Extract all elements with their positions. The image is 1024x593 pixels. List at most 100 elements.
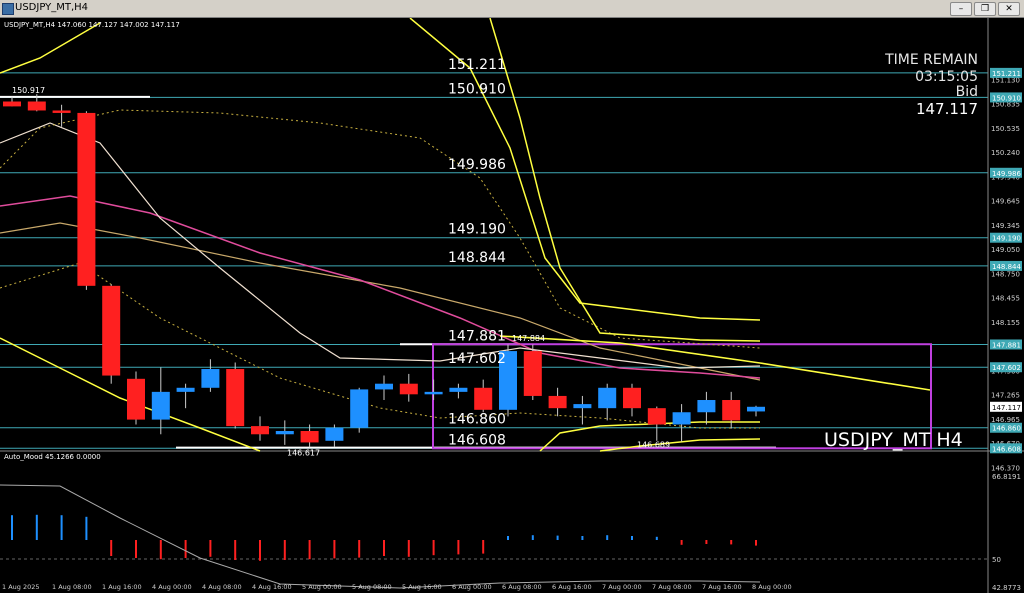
- maximize-button[interactable]: ❒: [974, 2, 996, 16]
- bear-candle: [474, 387, 493, 410]
- indicator-bar: [606, 535, 609, 540]
- indicator-bar: [85, 516, 88, 540]
- time-remain-value: 03:15:05: [915, 69, 978, 85]
- indicator-bar: [531, 535, 534, 540]
- indicator-bar: [680, 540, 683, 545]
- bear-candle: [399, 383, 418, 395]
- indicator-bar: [135, 540, 137, 558]
- time-tick-label: 4 Aug 08:00: [202, 583, 242, 591]
- indicator-bar: [184, 540, 187, 558]
- bull-candle: [350, 389, 369, 428]
- bear-candle: [127, 378, 145, 420]
- time-tick-label: 8 Aug 00:00: [752, 583, 792, 591]
- indicator-bar: [556, 535, 559, 540]
- bull-candle: [573, 404, 592, 409]
- price-badge-label: 147.602: [992, 364, 1021, 372]
- price-tick-label: 149.345: [991, 222, 1020, 230]
- indicator-bar: [581, 536, 584, 540]
- time-tick-label: 5 Aug 16:00: [402, 583, 442, 591]
- price-chart[interactable]: 151.211 150.910 149.986 149.190 148.844 147.8…: [0, 18, 1024, 593]
- price-tick-label: 148.455: [991, 295, 1020, 303]
- price-badge-label: 147.881: [992, 341, 1021, 349]
- bear-candle: [251, 426, 269, 435]
- close-button[interactable]: ✕: [998, 2, 1020, 16]
- bull-candle: [598, 387, 617, 409]
- indicator-label: Auto_Mood 45.1266 0.0000: [4, 453, 101, 461]
- level-label: 147.881: [448, 328, 506, 344]
- indicator-axis-label: 42.8773: [992, 584, 1021, 592]
- bear-candle: [226, 369, 245, 427]
- time-tick-label: 5 Aug 08:00: [352, 583, 392, 591]
- small-level-label: 150.917: [12, 86, 45, 95]
- time-tick-label: 1 Aug 16:00: [102, 583, 142, 591]
- time-tick-label: 4 Aug 00:00: [152, 583, 192, 591]
- time-tick-label: 7 Aug 00:00: [602, 583, 642, 591]
- indicator-bar: [755, 540, 757, 546]
- bull-candle: [275, 431, 294, 435]
- indicator-bar: [283, 540, 286, 560]
- bear-candle: [548, 395, 567, 409]
- level-label: 150.910: [448, 81, 506, 97]
- indicator-bar: [432, 540, 435, 556]
- price-badge-label: 149.190: [992, 235, 1021, 243]
- chart-background: [0, 18, 1024, 593]
- price-badge-label: 147.117: [992, 404, 1021, 412]
- price-tick-label: 149.050: [991, 246, 1020, 254]
- bear-candle: [27, 101, 46, 111]
- price-tick-label: 150.240: [991, 149, 1020, 157]
- bear-candle: [52, 110, 71, 113]
- bid-label: Bid: [956, 84, 978, 100]
- bear-candle: [3, 101, 21, 107]
- bull-candle: [747, 406, 765, 412]
- indicator-bar: [383, 540, 385, 556]
- bull-candle: [325, 427, 344, 441]
- price-tick-label: 149.645: [991, 198, 1020, 206]
- chart-info-header: USDJPY_MT,H4 147.060 147.127 147.002 147…: [4, 21, 180, 29]
- bull-candle: [176, 387, 195, 392]
- bull-candle: [151, 391, 170, 420]
- bull-candle: [201, 369, 220, 388]
- indicator-bar: [333, 540, 336, 559]
- indicator-bar: [11, 515, 13, 540]
- indicator-bar: [234, 540, 237, 560]
- bear-candle: [523, 351, 542, 396]
- price-badge-label: 146.608: [992, 445, 1021, 453]
- chart-window-icon: [2, 3, 14, 15]
- level-label: 147.602: [448, 351, 506, 367]
- indicator-bar: [308, 540, 311, 560]
- indicator-bar: [35, 514, 38, 540]
- level-label: 146.608: [448, 432, 506, 448]
- time-tick-label: 6 Aug 08:00: [502, 583, 542, 591]
- minimize-button[interactable]: –: [950, 2, 972, 16]
- window-titlebar: USDJPY_MT,H4 – ❒ ✕: [0, 0, 1024, 18]
- indicator-axis-label: 66.8191: [992, 473, 1021, 481]
- indicator-bar: [730, 540, 733, 545]
- price-badge-label: 151.211: [992, 70, 1021, 78]
- indicator-bar: [259, 540, 261, 561]
- indicator-bar: [482, 540, 485, 554]
- bear-candle: [623, 387, 641, 409]
- indicator-bar: [457, 540, 460, 555]
- price-tick-label: 147.265: [991, 392, 1020, 400]
- price-badge-label: 148.844: [992, 263, 1021, 271]
- indicator-bar: [358, 540, 361, 558]
- level-label: 148.844: [448, 250, 506, 266]
- indicator-bar: [507, 536, 509, 540]
- indicator-bar: [407, 540, 410, 557]
- price-badge-label: 150.910: [992, 94, 1021, 102]
- level-label: 149.190: [448, 222, 506, 238]
- time-tick-label: 1 Aug 2025: [2, 583, 40, 591]
- bear-candle: [647, 408, 666, 425]
- small-level-label: 146.689: [637, 441, 670, 450]
- time-tick-label: 1 Aug 08:00: [52, 583, 92, 591]
- bull-candle: [697, 400, 716, 413]
- bull-candle: [449, 387, 468, 392]
- indicator-bar: [705, 540, 708, 544]
- small-level-label: 146.617: [287, 449, 320, 458]
- price-tick-label: 146.370: [991, 465, 1020, 473]
- bear-candle: [77, 112, 96, 286]
- bull-candle: [375, 383, 393, 390]
- window-title: USDJPY_MT,H4: [15, 2, 89, 13]
- bull-candle: [424, 391, 443, 395]
- level-label: 146.860: [448, 412, 506, 428]
